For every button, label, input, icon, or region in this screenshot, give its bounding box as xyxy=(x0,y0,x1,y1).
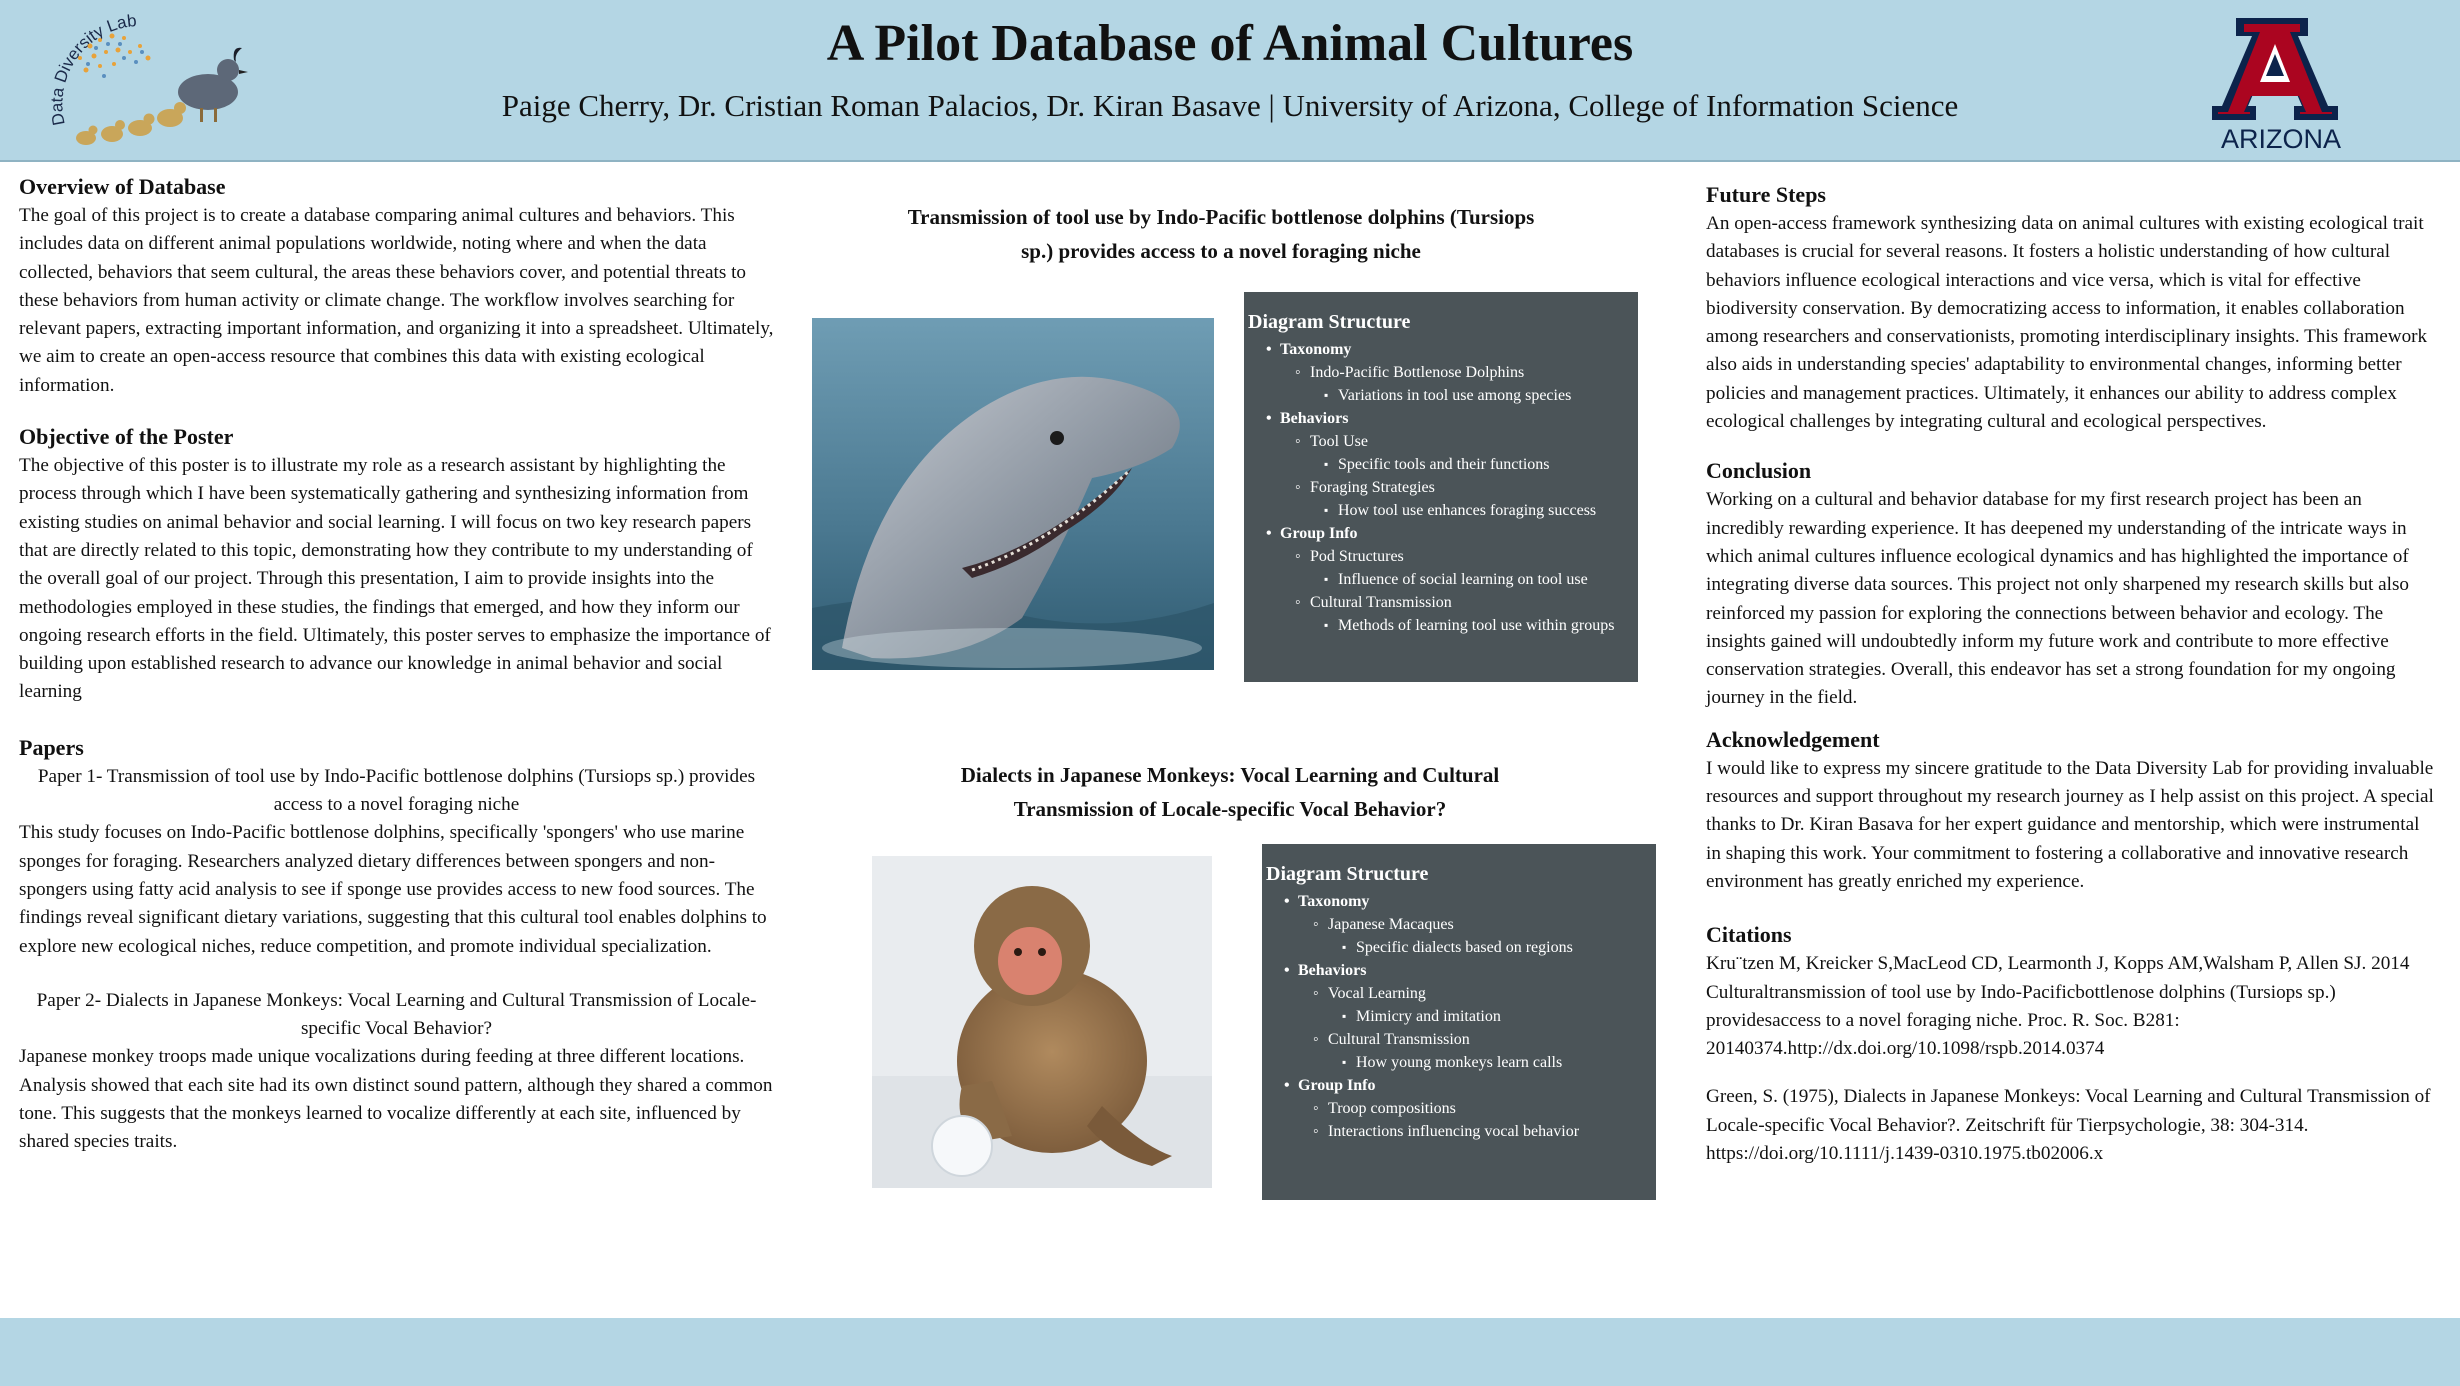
monkey-diagram-item-level-2: Troop compositions xyxy=(1266,1097,1646,1120)
paper2-title: Paper 2- Dialects in Japanese Monkeys: V… xyxy=(36,989,757,1040)
monkey-diagram-item-level-1: Taxonomy xyxy=(1266,890,1646,913)
dolphin-diagram-list: TaxonomyIndo-Pacific Bottlenose Dolphins… xyxy=(1248,338,1628,637)
dolphin-diagram-item-level-3: Variations in tool use among species xyxy=(1248,384,1628,407)
monkey-diagram-item-level-1: Group Info xyxy=(1266,1074,1646,1097)
poster-footer xyxy=(0,1318,2460,1386)
objective-heading: Objective of the Poster xyxy=(19,424,234,450)
poster-header: Data Diversity Lab A Pilot Database of A… xyxy=(0,0,2460,162)
dolphin-diagram-item-level-2: Foraging Strategies xyxy=(1248,476,1628,499)
monkey-diagram-item-level-3: Specific dialects based on regions xyxy=(1266,936,1646,959)
conclusion-body: Working on a cultural and behavior datab… xyxy=(1706,489,2410,709)
dolphin-photo xyxy=(812,318,1214,670)
paper1-title: Paper 1- Transmission of tool use by Ind… xyxy=(37,765,756,816)
citations-heading: Citations xyxy=(1706,922,1792,948)
citation-1: Kru¨tzen M, Kreicker S,MacLeod CD, Learm… xyxy=(1706,953,2410,1060)
paper2-body: Japanese monkey troops made unique vocal… xyxy=(19,1046,773,1153)
monkey-diagram-item-level-2: Vocal Learning xyxy=(1266,982,1646,1005)
dolphin-diagram-item-level-1: Behaviors xyxy=(1248,407,1628,430)
monkey-diagram-item-level-2: Interactions influencing vocal behavior xyxy=(1266,1120,1646,1143)
dolphin-diagram-heading: Diagram Structure xyxy=(1248,311,1411,333)
overview-heading: Overview of Database xyxy=(19,174,226,199)
conclusion-heading: Conclusion xyxy=(1706,458,1812,484)
poster-title: A Pilot Database of Animal Cultures xyxy=(826,15,1634,72)
right-column: Future Steps An open-access framework sy… xyxy=(1706,180,2436,1168)
dolphin-diagram-item-level-2: Pod Structures xyxy=(1248,545,1628,568)
university-of-arizona-logo: ARIZONA xyxy=(2212,18,2341,154)
dolphin-diagram-item-level-1: Taxonomy xyxy=(1248,338,1628,361)
dolphin-diagram-item-level-3: Specific tools and their functions xyxy=(1248,453,1628,476)
acknowledgement-heading: Acknowledgement xyxy=(1706,726,1880,752)
monkey-diagram-item-level-1: Behaviors xyxy=(1266,959,1646,982)
arizona-wordmark: ARIZONA xyxy=(2221,124,2341,154)
monkey-diagram-item-level-2: Cultural Transmission xyxy=(1266,1028,1646,1051)
future-steps-body: An open-access framework synthesizing da… xyxy=(1706,213,2428,433)
monkey-diagram-structure: Diagram Structure TaxonomyJapanese Macaq… xyxy=(1262,844,1656,1200)
papers-heading: Papers xyxy=(19,734,84,760)
dolphin-diagram-item-level-2: Tool Use xyxy=(1248,430,1628,453)
dolphin-diagram-item-level-3: Methods of learning tool use within grou… xyxy=(1248,614,1628,637)
dolphin-diagram-item-level-1: Group Info xyxy=(1248,522,1628,545)
citation-2: Green, S. (1975), Dialects in Japanese M… xyxy=(1706,1086,2431,1165)
monkey-section-title: Dialects in Japanese Monkeys: Vocal Lear… xyxy=(960,763,1500,821)
dolphin-section-title: Transmission of tool use by Indo-Pacific… xyxy=(907,205,1535,263)
dolphin-diagram-structure: Diagram Structure TaxonomyIndo-Pacific B… xyxy=(1244,292,1638,682)
monkey-diagram-heading: Diagram Structure xyxy=(1266,863,1429,885)
monkey-diagram-list: TaxonomyJapanese MacaquesSpecific dialec… xyxy=(1266,890,1646,1143)
acknowledgement-body: I would like to express my sincere grati… xyxy=(1706,757,2434,892)
left-column: Overview of Database The goal of this pr… xyxy=(19,172,774,1157)
dolphin-diagram-item-level-2: Indo-Pacific Bottlenose Dolphins xyxy=(1248,361,1628,384)
dolphin-diagram-item-level-3: Influence of social learning on tool use xyxy=(1248,568,1628,591)
future-steps-heading: Future Steps xyxy=(1706,182,1826,207)
paper1-body: This study focuses on Indo-Pacific bottl… xyxy=(19,822,767,957)
dolphin-diagram-item-level-2: Cultural Transmission xyxy=(1248,591,1628,614)
monkey-diagram-item-level-3: Mimicry and imitation xyxy=(1266,1005,1646,1028)
poster-authors: Paige Cherry, Dr. Cristian Roman Palacio… xyxy=(501,88,1959,123)
japanese-monkey-photo xyxy=(872,856,1212,1188)
monkey-diagram-item-level-3: How young monkeys learn calls xyxy=(1266,1051,1646,1074)
monkey-diagram-item-level-2: Japanese Macaques xyxy=(1266,913,1646,936)
dolphin-diagram-item-level-3: How tool use enhances foraging success xyxy=(1248,499,1628,522)
overview-body: The goal of this project is to create a … xyxy=(19,205,774,396)
objective-body: The objective of this poster is to illus… xyxy=(19,455,771,703)
